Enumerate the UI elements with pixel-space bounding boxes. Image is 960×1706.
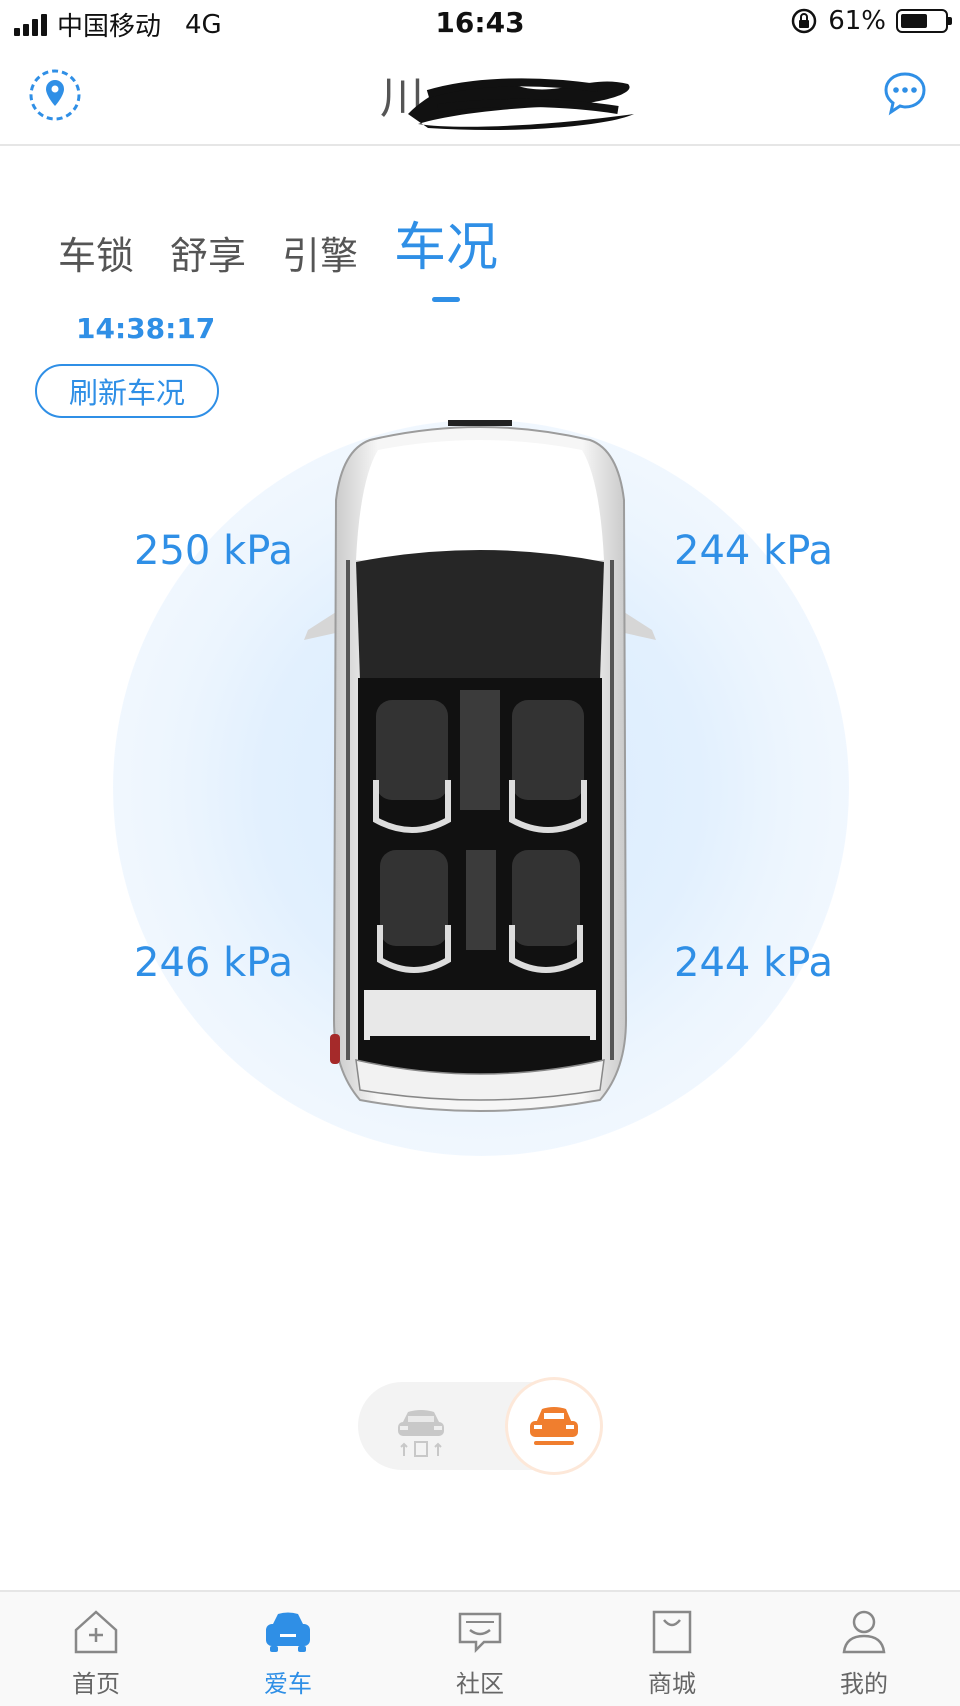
tab-engine[interactable]: 引擎 [282,225,358,284]
nav-shop[interactable]: 商城 [576,1592,768,1706]
tire-pressure-front-left: 250 kPa [134,528,294,574]
tire-pressure-rear-left: 246 kPa [134,940,294,986]
shop-bag-icon [652,1610,692,1654]
nav-community[interactable]: 社区 [384,1592,576,1706]
chat-bubble-icon[interactable] [882,70,928,116]
location-pin-icon[interactable] [28,68,82,122]
tire-pressure-front-right: 244 kPa [674,528,834,574]
nav-home[interactable]: 首页 [0,1592,192,1706]
redaction-scribble [408,78,634,131]
nav-shop-label: 商城 [648,1670,696,1698]
nav-profile[interactable]: 我的 [768,1592,960,1706]
battery-percent: 61% [828,6,886,36]
profile-icon [842,1610,886,1654]
tire-pressure-rear-right: 244 kPa [674,940,834,986]
home-icon [74,1610,118,1654]
active-tab-indicator [432,297,461,302]
tab-lock[interactable]: 车锁 [58,225,134,284]
bottom-navigation: 首页 爱车 社区 商城 我的 [0,1590,960,1706]
battery-icon [896,9,952,33]
nav-community-label: 社区 [456,1670,504,1698]
tab-comfort[interactable]: 舒享 [170,225,246,284]
car-front-icon [530,1407,578,1445]
refresh-status-button[interactable]: 刷新车况 [35,364,219,418]
rotation-lock-icon [791,8,817,34]
tab-vehicle-status[interactable]: 车况 [394,205,499,302]
view-toggle [358,1380,600,1472]
community-icon [458,1612,502,1654]
nav-home-label: 首页 [72,1670,120,1698]
car-icon [266,1612,310,1652]
nav-profile-label: 我的 [840,1670,888,1698]
nav-my-car-label: 爱车 [264,1670,312,1698]
status-right: 61% [790,6,952,36]
battery-fill [901,14,927,28]
feature-tabs: 车锁 舒享 引擎 车况 [58,205,499,302]
status-bar: 中国移动 4G 16:43 61% [0,0,960,44]
app-header: 川 [0,52,960,146]
car-top-view-illustration [304,420,656,1112]
tab-vehicle-status-label: 车况 [394,218,499,278]
status-timestamp: 14:38:17 [76,312,216,345]
nav-my-car[interactable]: 爱车 [192,1592,384,1706]
car-top-view-icon[interactable] [388,1394,454,1460]
car-front-view-button[interactable] [508,1380,600,1472]
